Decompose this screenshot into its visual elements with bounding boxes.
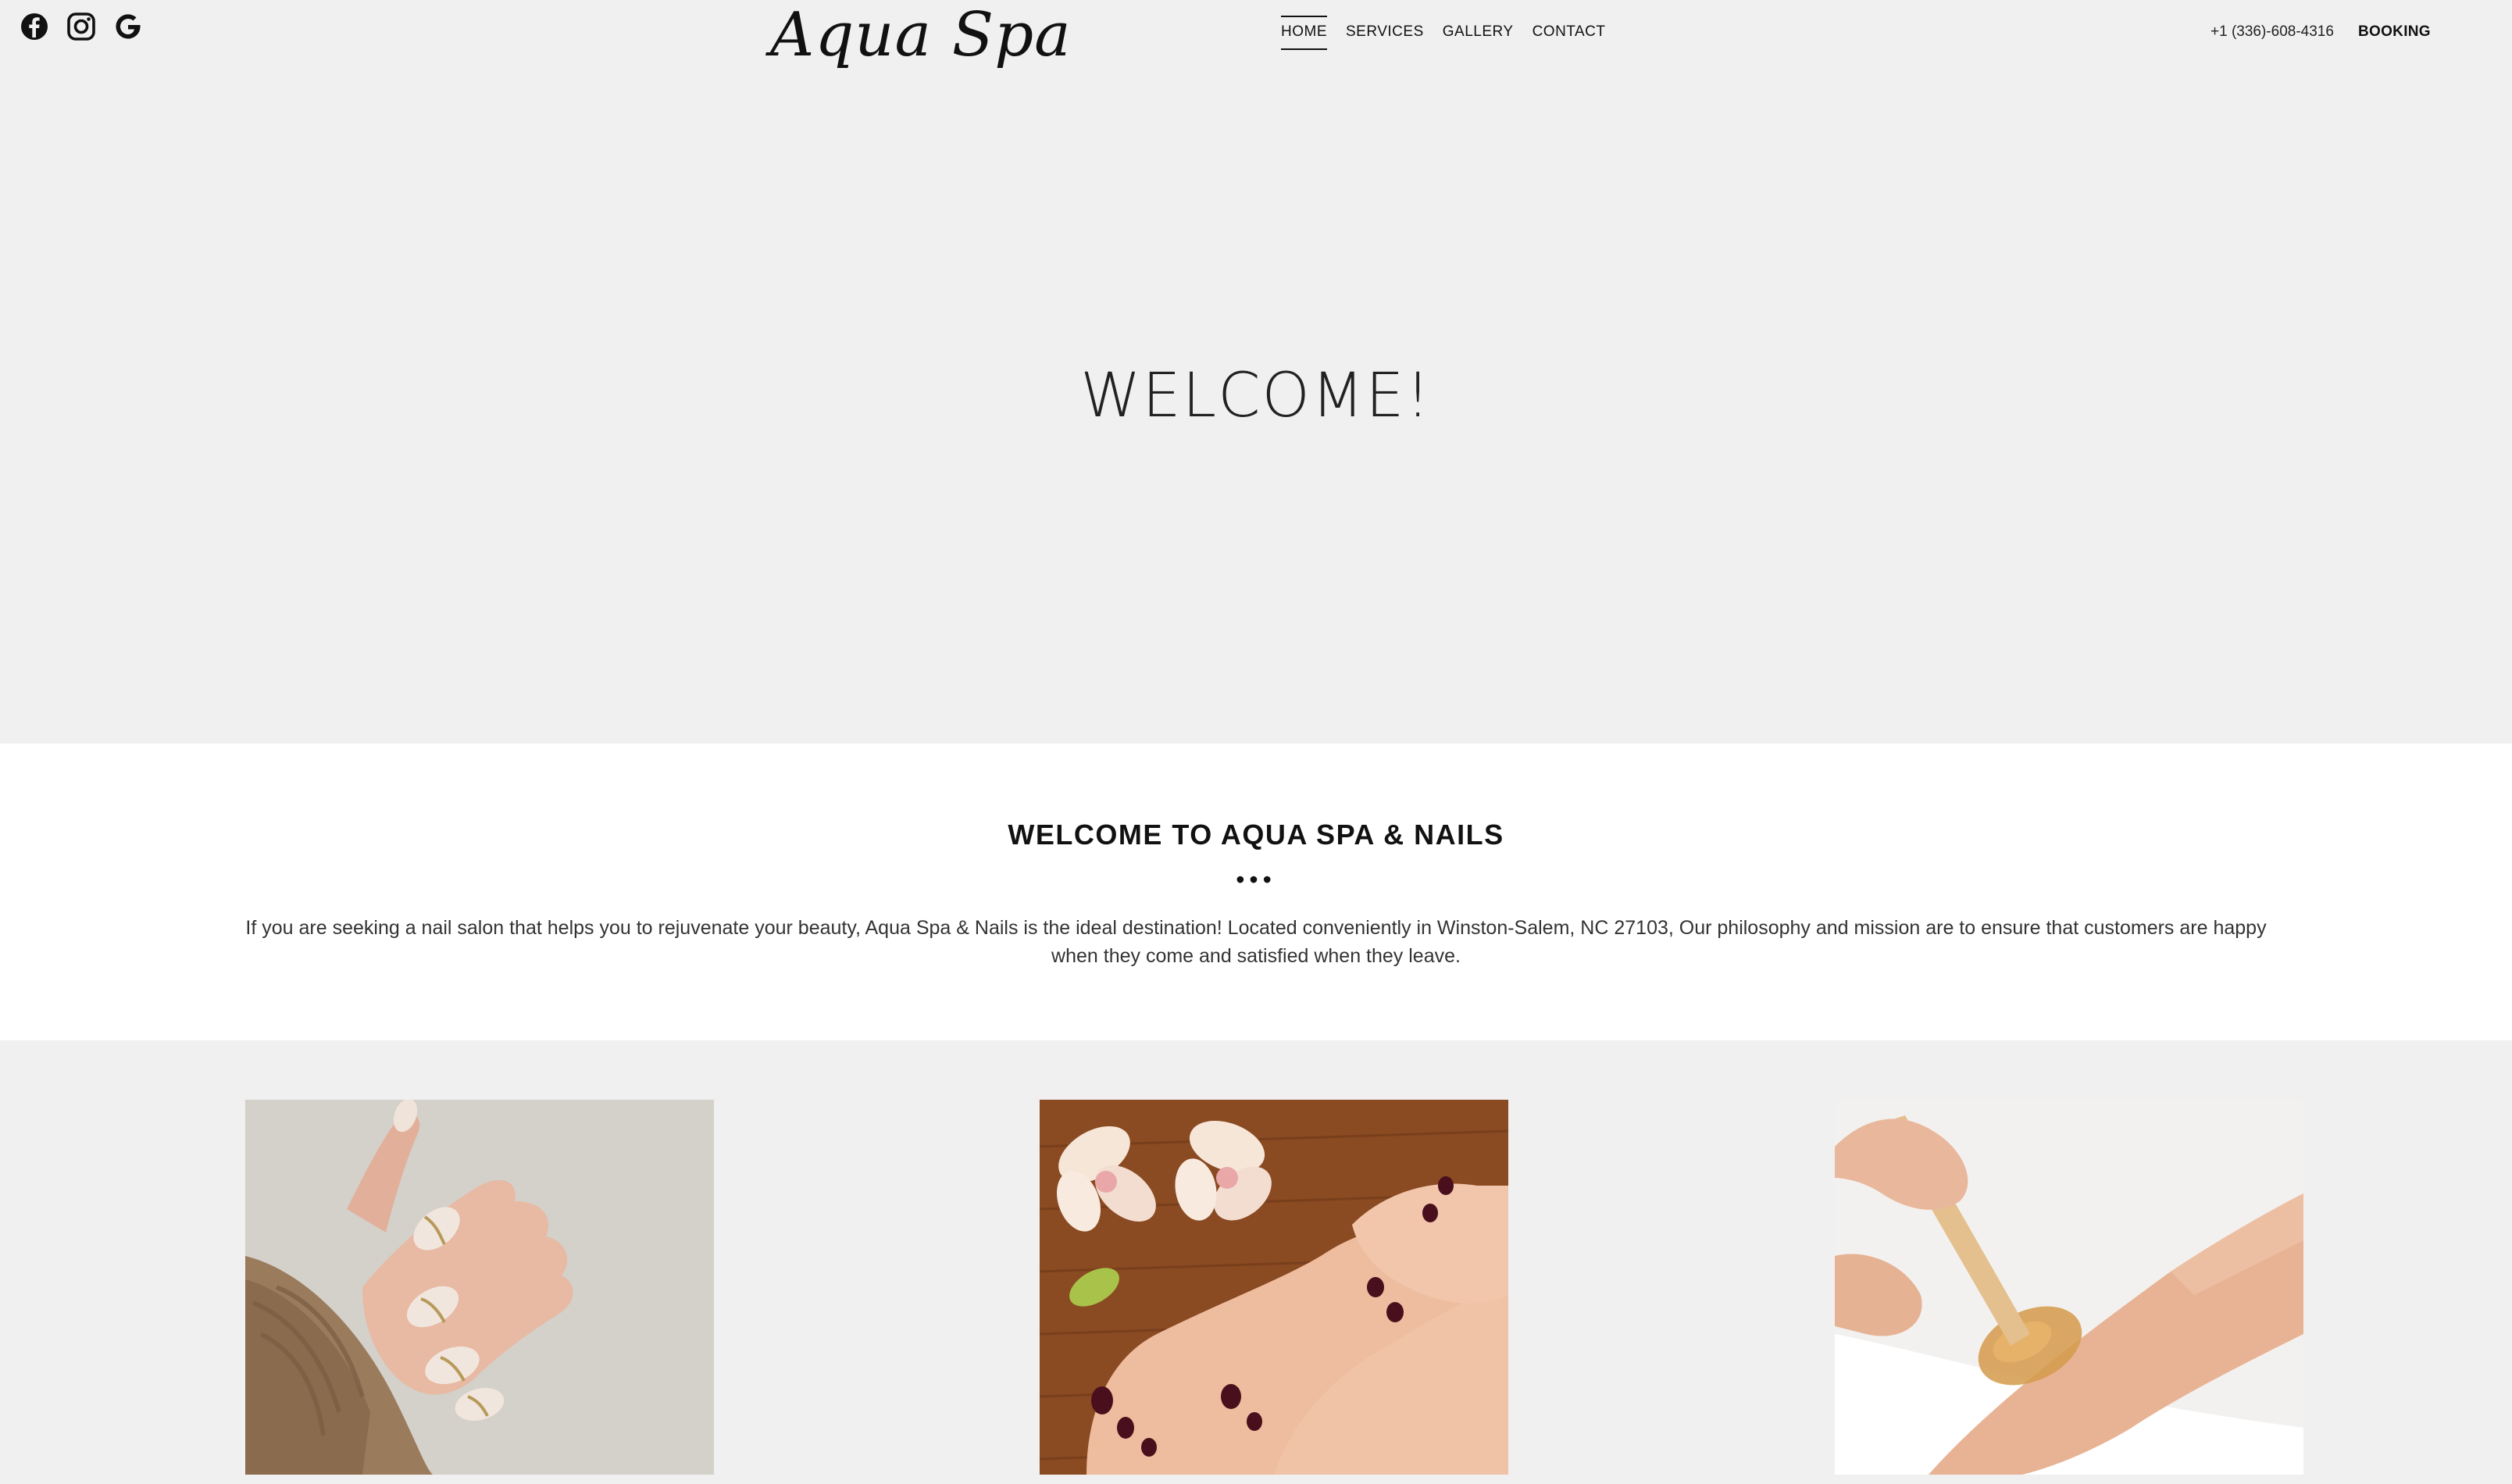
- booking-button[interactable]: BOOKING: [2358, 23, 2431, 41]
- site-logo[interactable]: Aqua Spa: [770, 0, 1072, 70]
- intro-title: WELCOME TO AQUA SPA & NAILS: [1008, 819, 1504, 851]
- divider-dots: •••: [1236, 865, 1276, 894]
- hero-title: WELCOME!: [1080, 361, 1432, 431]
- instagram-icon[interactable]: [66, 11, 97, 42]
- social-links: [19, 11, 144, 42]
- nav-services[interactable]: SERVICES: [1346, 16, 1424, 50]
- site-header: Aqua Spa HOME SERVICES GALLERY CONTACT +…: [0, 0, 2512, 75]
- phone-link[interactable]: +1 (336)-608-4316: [2210, 23, 2334, 41]
- nav-contact[interactable]: CONTACT: [1533, 16, 1606, 50]
- pedicure-photo[interactable]: [1040, 1100, 1508, 1475]
- manicure-photo[interactable]: [245, 1100, 714, 1475]
- services-section: [0, 1040, 2512, 1484]
- facebook-icon[interactable]: [19, 11, 50, 42]
- nav-gallery[interactable]: GALLERY: [1443, 16, 1514, 50]
- intro-section: WELCOME TO AQUA SPA & NAILS ••• If you a…: [0, 744, 2512, 1040]
- hero-section: WELCOME!: [0, 75, 2512, 744]
- waxing-photo[interactable]: [1835, 1100, 2303, 1475]
- main-nav: HOME SERVICES GALLERY CONTACT: [1281, 16, 1605, 50]
- google-icon[interactable]: [112, 11, 144, 42]
- nav-home[interactable]: HOME: [1281, 16, 1327, 50]
- intro-text: If you are seeking a nail salon that hel…: [245, 917, 2267, 967]
